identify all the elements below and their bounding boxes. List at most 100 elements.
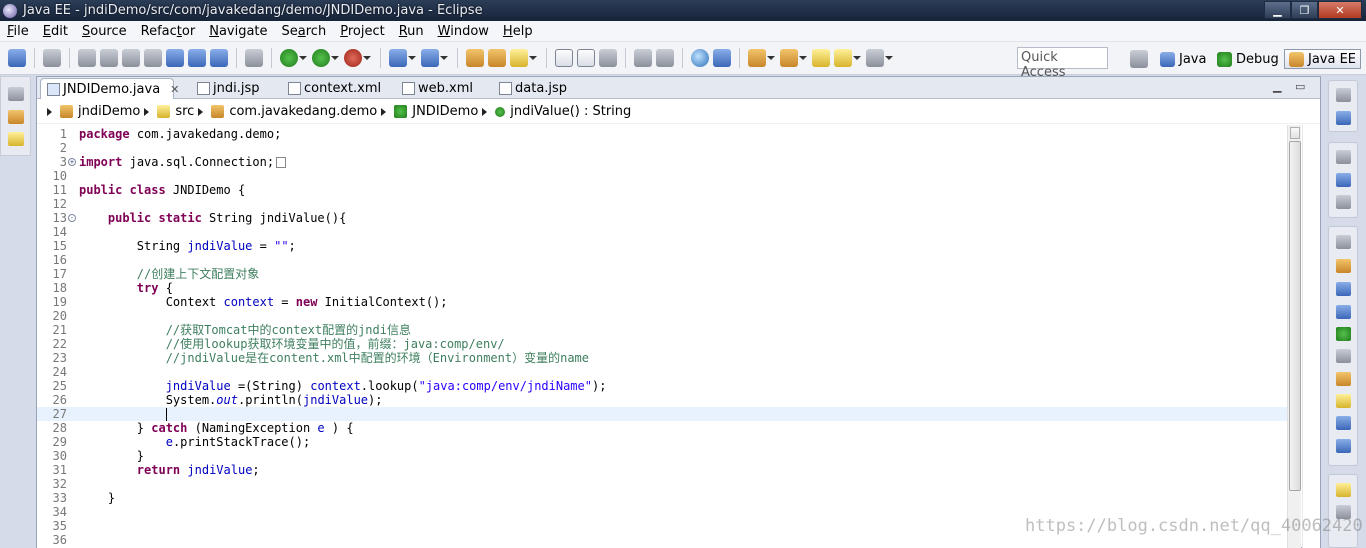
search-icon[interactable] xyxy=(510,49,537,67)
expand-fold-icon[interactable]: + xyxy=(68,158,76,166)
code-line[interactable]: 26 System.out.println(jndiValue); xyxy=(37,393,1287,407)
open-type-icon[interactable] xyxy=(466,49,484,67)
new-server-icon[interactable] xyxy=(389,49,416,67)
code-line[interactable]: 11 public class JNDIDemo { xyxy=(37,183,1287,197)
code-line[interactable]: 21 //获取Tomcat中的context配置的jndi信息 xyxy=(37,323,1287,337)
code-line[interactable]: 19 Context context = new InitialContext(… xyxy=(37,295,1287,309)
breadcrumb-arrow-icon[interactable] xyxy=(381,107,387,116)
web-browser-icon[interactable] xyxy=(691,49,709,67)
menu-item[interactable]: File xyxy=(0,24,36,39)
scrollbar-thumb[interactable] xyxy=(1289,141,1301,491)
restore-icon[interactable] xyxy=(1336,235,1351,249)
perspective-debug[interactable]: Debug xyxy=(1217,49,1279,69)
toggle-block-selection-icon[interactable] xyxy=(599,49,617,67)
run-external-tools-icon[interactable] xyxy=(344,49,371,67)
package-explorer-icon[interactable] xyxy=(8,110,24,124)
progress-icon[interactable] xyxy=(1336,439,1351,453)
forward-icon[interactable] xyxy=(866,49,893,67)
collapse-fold-icon[interactable]: - xyxy=(68,214,76,222)
breadcrumb-arrow-icon[interactable] xyxy=(198,107,204,116)
resume-icon[interactable] xyxy=(78,49,96,67)
code-editor[interactable]: 1 package com.javakedang.demo; 2 3 + import j… xyxy=(37,125,1287,548)
vertical-scrollbar[interactable] xyxy=(1287,125,1301,548)
run-icon[interactable] xyxy=(312,49,339,67)
new-view-icon[interactable] xyxy=(1336,483,1351,497)
breadcrumb-arrow-icon[interactable] xyxy=(482,107,488,116)
data-source-explorer-icon[interactable] xyxy=(1336,327,1351,341)
code-line[interactable]: 13- public static String jndiValue(){ xyxy=(37,211,1287,225)
problems-icon[interactable] xyxy=(1336,372,1351,386)
disconnect-icon[interactable] xyxy=(144,49,162,67)
folded-region-icon[interactable] xyxy=(276,157,287,168)
menu-item[interactable]: Run xyxy=(392,24,431,39)
maximize-button[interactable]: ❐ xyxy=(1291,1,1318,19)
step-over-icon[interactable] xyxy=(188,49,206,67)
minimize-editor-icon[interactable]: ▁ xyxy=(1273,80,1281,93)
code-line[interactable]: 17 //创建上下文配置对象 xyxy=(37,267,1287,281)
restore-icon[interactable] xyxy=(8,87,24,101)
code-line[interactable]: 3 + import java.sql.Connection; xyxy=(37,155,1287,169)
code-line[interactable]: 20 xyxy=(37,309,1287,323)
close-icon[interactable]: ✕ xyxy=(170,83,179,96)
code-line[interactable]: 22 //使用lookup获取环境变量中的值，前缀：java:comp/env/ xyxy=(37,337,1287,351)
breadcrumb-package[interactable]: com.javakedang.demo xyxy=(211,104,377,119)
snippets-icon[interactable] xyxy=(1336,349,1351,363)
suspend-icon[interactable] xyxy=(100,49,118,67)
show-whitespace-icon[interactable] xyxy=(634,49,652,67)
skip-breakpoints-icon[interactable] xyxy=(43,49,61,67)
markers-icon[interactable] xyxy=(1336,259,1351,273)
new-java-class-icon[interactable] xyxy=(421,49,448,67)
code-line[interactable]: 28 } catch (NamingException e ) { xyxy=(37,421,1287,435)
properties-icon[interactable] xyxy=(1336,282,1351,296)
restore-icon[interactable] xyxy=(1336,150,1351,164)
scroll-up-icon[interactable] xyxy=(1290,127,1300,139)
code-line[interactable]: 32 xyxy=(37,477,1287,491)
use-step-filters-icon[interactable] xyxy=(245,49,263,67)
help-icon[interactable] xyxy=(1336,111,1351,125)
code-line[interactable]: 14 xyxy=(37,225,1287,239)
menu-item[interactable]: Project xyxy=(333,24,392,39)
code-line[interactable]: 10 xyxy=(37,169,1287,183)
breadcrumb-class[interactable]: JNDIDemo xyxy=(394,104,478,119)
open-folder-icon[interactable] xyxy=(488,49,506,67)
type-hierarchy-icon[interactable] xyxy=(8,132,24,146)
breadcrumb-method[interactable]: jndiValue() : String xyxy=(495,104,631,119)
step-return-icon[interactable] xyxy=(210,49,228,67)
quick-access-input[interactable]: Quick Access xyxy=(1017,47,1108,80)
tab-context-xml[interactable]: context.xml xyxy=(282,78,392,99)
close-button[interactable]: ✕ xyxy=(1318,1,1362,19)
minimize-button[interactable]: ▁ xyxy=(1264,1,1291,19)
menu-item[interactable]: Search xyxy=(275,24,334,39)
code-line[interactable]: 33 } xyxy=(37,491,1287,505)
code-line[interactable]: 23 //jndiValue是在content.xml中配置的环境（Enviro… xyxy=(37,351,1287,365)
terminate-icon[interactable] xyxy=(122,49,140,67)
previous-annotation-icon[interactable] xyxy=(780,49,807,67)
tab-web-xml[interactable]: web.xml xyxy=(396,78,496,99)
console-icon[interactable] xyxy=(1336,416,1351,430)
code-line[interactable]: 30 } xyxy=(37,449,1287,463)
tab-data-jsp[interactable]: data.jsp xyxy=(493,78,593,99)
overview-ruler[interactable] xyxy=(1302,125,1320,548)
code-line[interactable]: 1 package com.javakedang.demo; xyxy=(37,127,1287,141)
menu-item[interactable]: Navigate xyxy=(202,24,274,39)
code-line[interactable]: 12 xyxy=(37,197,1287,211)
code-line[interactable]: 25 jndiValue =(String) context.lookup("j… xyxy=(37,379,1287,393)
menu-item[interactable]: Source xyxy=(75,24,134,39)
servers-icon[interactable] xyxy=(1336,305,1351,319)
code-line[interactable]: 29 e.printStackTrace(); xyxy=(37,435,1287,449)
next-annotation-icon[interactable] xyxy=(748,49,775,67)
toggle-mark-occurrences-icon[interactable] xyxy=(577,49,595,67)
code-line[interactable]: 15 String jndiValue = ""; xyxy=(37,239,1287,253)
paragraph-icon[interactable] xyxy=(656,49,674,67)
perspective-java[interactable]: Java xyxy=(1160,49,1206,69)
perspective-java-ee[interactable]: Java EE xyxy=(1284,49,1362,69)
tab-jndidemo-java[interactable]: JNDIDemo.java ✕ xyxy=(40,78,179,99)
back-icon[interactable] xyxy=(834,49,861,67)
code-line[interactable]: 24 xyxy=(37,365,1287,379)
toggle-breadcrumb-icon[interactable] xyxy=(555,49,573,67)
step-into-icon[interactable] xyxy=(166,49,184,67)
menu-item[interactable]: Help xyxy=(496,24,540,39)
code-line[interactable]: 31 return jndiValue; xyxy=(37,463,1287,477)
maximize-editor-icon[interactable]: ▭ xyxy=(1295,80,1305,93)
menu-item[interactable]: Refactor xyxy=(134,24,203,39)
